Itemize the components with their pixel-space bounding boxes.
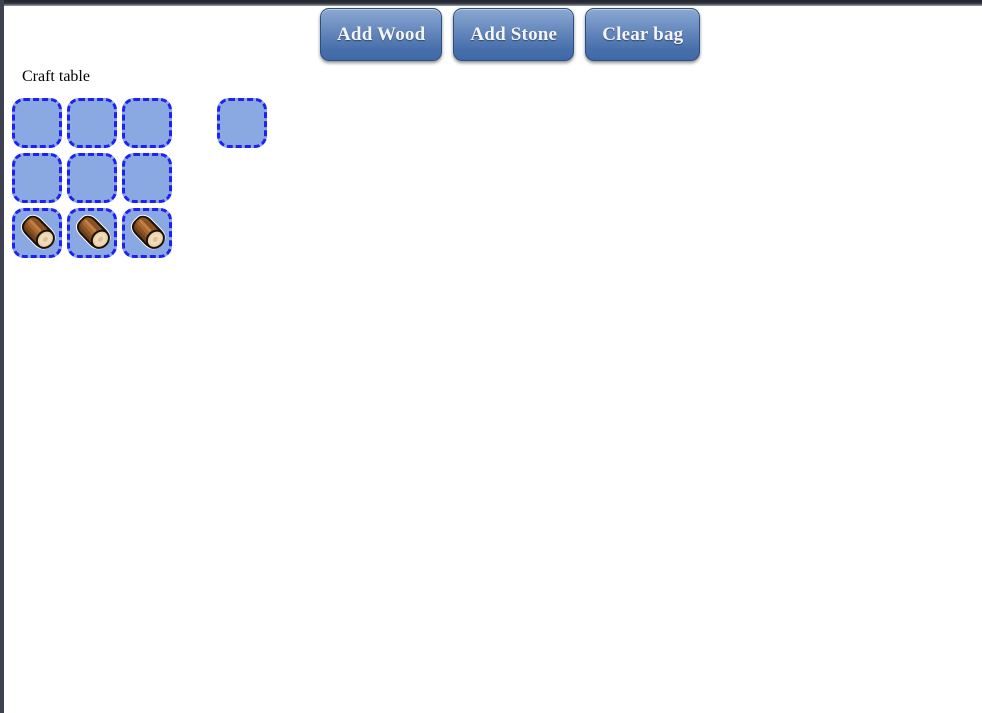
craft-grid bbox=[12, 98, 172, 258]
craft-slot-2-2[interactable] bbox=[122, 208, 172, 258]
toolbar: Add Wood Add Stone Clear bag bbox=[320, 8, 701, 61]
page-canvas: Add Wood Add Stone Clear bag Craft table bbox=[4, 6, 982, 713]
add-stone-button[interactable]: Add Stone bbox=[453, 8, 575, 61]
wood-log-icon bbox=[75, 214, 111, 250]
wood-log-icon bbox=[130, 214, 166, 250]
craft-slot-0-1[interactable] bbox=[67, 98, 117, 148]
craft-grid-wrapper bbox=[8, 98, 267, 258]
craft-slot-1-1[interactable] bbox=[67, 153, 117, 203]
craft-slot-0-0[interactable] bbox=[12, 98, 62, 148]
craft-slot-0-2[interactable] bbox=[122, 98, 172, 148]
clear-bag-button[interactable]: Clear bag bbox=[585, 8, 701, 61]
craft-output-wrapper bbox=[217, 98, 267, 148]
wood-log-icon bbox=[20, 214, 56, 250]
craft-table-label: Craft table bbox=[22, 68, 90, 85]
craft-slot-2-1[interactable] bbox=[67, 208, 117, 258]
craft-slot-1-2[interactable] bbox=[122, 153, 172, 203]
add-wood-button[interactable]: Add Wood bbox=[320, 8, 443, 61]
craft-slot-1-0[interactable] bbox=[12, 153, 62, 203]
craft-output-slot[interactable] bbox=[217, 98, 267, 148]
craft-slot-2-0[interactable] bbox=[12, 208, 62, 258]
